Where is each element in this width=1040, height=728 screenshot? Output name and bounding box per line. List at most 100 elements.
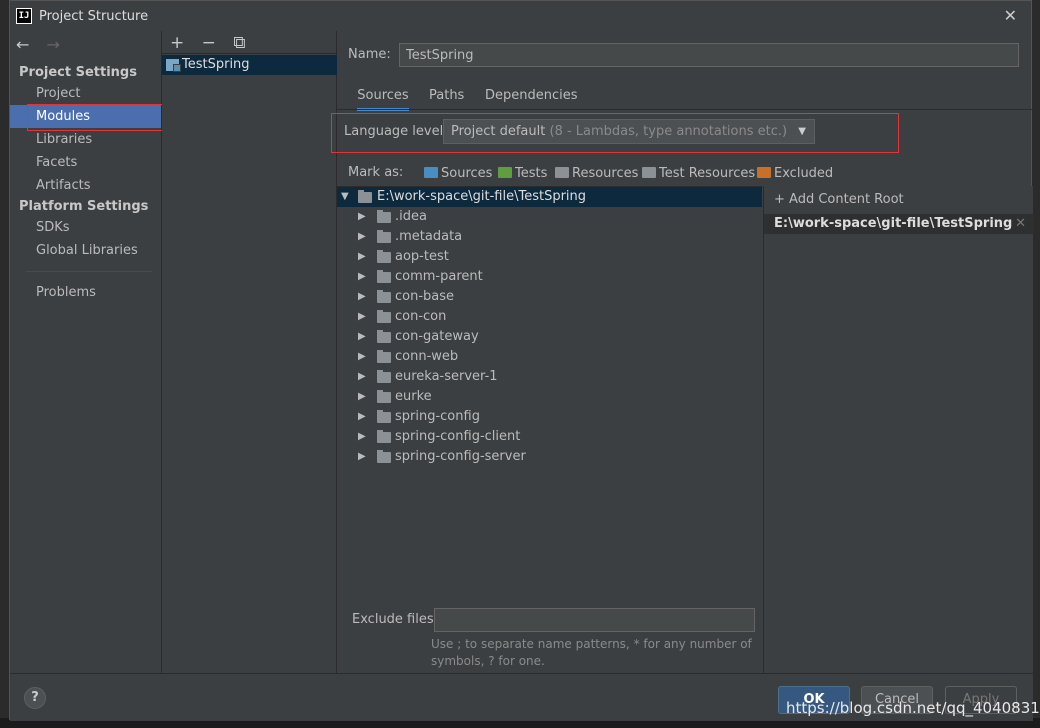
tree-row-label: spring-config-server (395, 449, 526, 464)
folder-icon (377, 250, 391, 263)
expand-arrow-icon[interactable]: ▼ (341, 187, 349, 207)
copy-icon[interactable]: ⧉ (233, 33, 245, 53)
tree-row-label: comm-parent (395, 269, 483, 284)
expand-arrow-icon[interactable]: ▶ (358, 207, 366, 227)
content-root-entry[interactable]: E:\work-space\git-file\TestSpring ✕ (764, 214, 1034, 234)
language-level-dropdown[interactable]: Project default (8 - Lambdas, type annot… (443, 119, 815, 144)
sources-folder-icon (424, 167, 438, 178)
expand-arrow-icon[interactable]: ▶ (358, 347, 366, 367)
mark-tests-label: Tests (515, 166, 548, 181)
source-tree: ▼ E:\work-space\git-file\TestSpring ▶ .id… (337, 186, 762, 606)
nav-item-facets[interactable]: Facets (10, 151, 161, 174)
folder-icon (358, 190, 372, 203)
tree-row-label: eureka-server-1 (395, 369, 498, 384)
folder-icon (377, 270, 391, 283)
exclude-files-hint: Use ; to separate name patterns, * for a… (431, 637, 752, 668)
tree-row[interactable]: ▶ comm-parent (337, 267, 762, 287)
tree-row[interactable]: ▶ .idea (337, 207, 762, 227)
mark-sources-button[interactable]: Sources (424, 166, 492, 181)
add-icon[interactable]: + (170, 33, 184, 53)
tab-sources[interactable]: Sources (357, 87, 409, 111)
add-content-root-button[interactable]: + Add Content Root (774, 192, 904, 207)
expand-arrow-icon[interactable]: ▶ (358, 407, 366, 427)
nav-item-libraries[interactable]: Libraries (10, 128, 161, 151)
expand-arrow-icon[interactable]: ▶ (358, 387, 366, 407)
folder-icon (377, 450, 391, 463)
tree-root-row[interactable]: ▼ E:\work-space\git-file\TestSpring (337, 187, 762, 207)
tree-row-label: conn-web (395, 349, 459, 364)
expand-arrow-icon[interactable]: ▶ (358, 327, 366, 347)
tree-row[interactable]: ▶ spring-config (337, 407, 762, 427)
content-roots-panel: + Add Content Root E:\work-space\git-fil… (763, 186, 1034, 673)
name-label: Name: (348, 47, 391, 62)
mark-as-label: Mark as: (348, 165, 404, 180)
module-item-testspring[interactable]: TestSpring (162, 55, 337, 75)
mark-tests-button[interactable]: Tests (498, 166, 547, 181)
expand-arrow-icon[interactable]: ▶ (358, 267, 366, 287)
expand-arrow-icon[interactable]: ▶ (358, 447, 366, 467)
exclude-files-label: Exclude files: (352, 612, 439, 627)
nav-item-global-libraries[interactable]: Global Libraries (10, 239, 161, 262)
nav-item-artifacts[interactable]: Artifacts (10, 174, 161, 197)
window-title: Project Structure (39, 9, 149, 24)
tab-dependencies[interactable]: Dependencies (485, 87, 578, 111)
tree-row[interactable]: ▶ conn-web (337, 347, 762, 367)
project-settings-header: Project Settings (19, 65, 137, 80)
folder-icon (377, 350, 391, 363)
folder-icon (377, 310, 391, 323)
expand-arrow-icon[interactable]: ▶ (358, 307, 366, 327)
mark-test-resources-button[interactable]: Test Resources (642, 166, 755, 181)
tree-row[interactable]: ▶ eureka-server-1 (337, 367, 762, 387)
watermark-text: https://blog.csdn.net/qq_40408317 (786, 699, 1040, 717)
tests-folder-icon (498, 167, 512, 178)
remove-root-icon[interactable]: ✕ (1015, 214, 1026, 234)
expand-arrow-icon[interactable]: ▶ (358, 247, 366, 267)
add-content-root-label: Add Content Root (789, 192, 904, 207)
close-icon[interactable]: ✕ (1004, 6, 1017, 25)
tree-row[interactable]: ▶ con-base (337, 287, 762, 307)
excluded-folder-icon (757, 167, 771, 178)
expand-arrow-icon[interactable]: ▶ (358, 227, 366, 247)
module-folder-icon (166, 59, 181, 72)
nav-item-project[interactable]: Project (10, 82, 161, 105)
remove-icon[interactable]: − (202, 33, 216, 53)
nav-item-modules[interactable]: Modules (10, 104, 183, 131)
help-button[interactable]: ? (24, 687, 46, 709)
tree-row-label: spring-config-client (395, 429, 521, 444)
back-arrow-icon[interactable]: ← (16, 35, 29, 54)
tree-row[interactable]: ▶ .metadata (337, 227, 762, 247)
mark-resources-button[interactable]: Resources (555, 166, 638, 181)
module-detail-panel: Name: Sources Paths Dependencies Languag… (331, 31, 1034, 673)
mark-resources-label: Resources (572, 166, 639, 181)
tree-row-label: eurke (395, 389, 432, 404)
expand-arrow-icon[interactable]: ▶ (358, 287, 366, 307)
language-level-label: Language level: (344, 124, 448, 139)
tab-paths[interactable]: Paths (429, 87, 464, 111)
toolbar-divider (162, 53, 337, 54)
module-item-label: TestSpring (182, 57, 250, 72)
mark-excluded-button[interactable]: Excluded (757, 166, 833, 181)
tree-row-label: con-gateway (395, 329, 479, 344)
folder-icon (377, 390, 391, 403)
nav-arrows: ← → (16, 35, 72, 54)
nav-item-sdks[interactable]: SDKs (10, 216, 161, 239)
content-root-path: E:\work-space\git-file\TestSpring (774, 216, 1013, 231)
tree-row[interactable]: ▶ con-gateway (337, 327, 762, 347)
tree-row[interactable]: ▶ spring-config-client (337, 427, 762, 447)
nav-item-problems[interactable]: Problems (10, 281, 161, 304)
forward-arrow-icon[interactable]: → (47, 35, 60, 54)
tree-row[interactable]: ▶ aop-test (337, 247, 762, 267)
folder-icon (377, 370, 391, 383)
tree-row[interactable]: ▶ con-con (337, 307, 762, 327)
exclude-files-field[interactable] (434, 608, 755, 632)
expand-arrow-icon[interactable]: ▶ (358, 367, 366, 387)
tree-row-label: con-con (395, 309, 447, 324)
mark-test-resources-label: Test Resources (659, 166, 756, 181)
tree-row-label: spring-config (395, 409, 480, 424)
nav-divider (26, 271, 152, 272)
tree-row[interactable]: ▶ spring-config-server (337, 447, 762, 467)
expand-arrow-icon[interactable]: ▶ (358, 427, 366, 447)
mark-excluded-label: Excluded (774, 166, 834, 181)
module-name-field[interactable] (399, 43, 1019, 67)
tree-row[interactable]: ▶ eurke (337, 387, 762, 407)
